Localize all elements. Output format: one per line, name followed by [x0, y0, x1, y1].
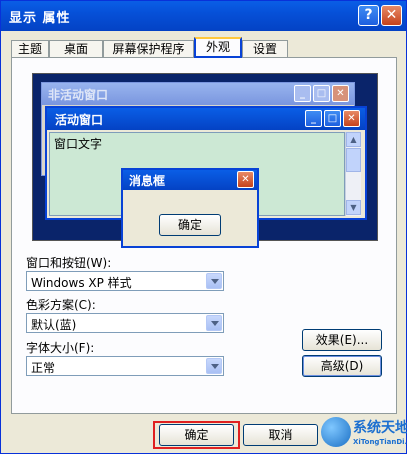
- windows-buttons-value: Windows XP 样式: [31, 276, 132, 290]
- inactive-close-icon: ✕: [332, 85, 349, 102]
- color-scheme-value: 默认(蓝): [31, 318, 77, 332]
- globe-icon: [321, 417, 351, 447]
- color-scheme-select[interactable]: 默认(蓝): [26, 313, 224, 333]
- message-box-title: 消息框: [129, 174, 166, 188]
- tab-screensaver[interactable]: 屏幕保护程序: [103, 40, 194, 57]
- windows-buttons-select[interactable]: Windows XP 样式: [26, 271, 224, 291]
- inactive-maximize-icon: □: [313, 85, 330, 102]
- display-properties-dialog: 显示 属性 ? ✕ 主题 桌面 屏幕保护程序 外观 设置 非活动窗口 _ □ ✕…: [0, 0, 407, 454]
- message-box-title-bar: 消息框 ✕: [123, 170, 257, 190]
- window-text-label: 窗口文字: [54, 137, 103, 151]
- close-button[interactable]: ✕: [381, 5, 402, 26]
- scroll-down-icon: ▼: [346, 200, 361, 215]
- tab-settings[interactable]: 设置: [242, 40, 288, 57]
- message-box-close-icon: ✕: [237, 171, 254, 188]
- appearance-preview: 非活动窗口 _ □ ✕ 活动窗口 _ □ ✕ 窗口文字 ▲ ▼ 消息框 ✕ 确定: [32, 73, 378, 248]
- inactive-window-title: 非活动窗口: [48, 88, 109, 102]
- message-box-ok-button: 确定: [159, 214, 221, 236]
- active-title-bar: 活动窗口 _ □ ✕: [47, 108, 365, 130]
- font-size-label: 字体大小(F):: [26, 341, 95, 355]
- effects-button[interactable]: 效果(E)...: [302, 329, 382, 351]
- scroll-up-icon: ▲: [346, 132, 361, 147]
- watermark: 系统天地 XiTongTianDi.net: [321, 415, 407, 455]
- inactive-title-bar: 非活动窗口 _ □ ✕: [42, 83, 354, 105]
- chevron-down-icon[interactable]: [206, 315, 222, 331]
- chevron-down-icon[interactable]: [206, 273, 222, 289]
- font-size-select[interactable]: 正常: [26, 356, 224, 376]
- watermark-name: 系统天地: [353, 420, 407, 436]
- color-scheme-label: 色彩方案(C):: [26, 298, 96, 312]
- tab-appearance[interactable]: 外观: [194, 37, 242, 58]
- help-button[interactable]: ?: [358, 5, 379, 26]
- active-window-title: 活动窗口: [55, 113, 104, 127]
- scroll-thumb: [346, 148, 361, 172]
- cancel-button[interactable]: 取消: [243, 424, 318, 446]
- watermark-url: XiTongTianDi.net: [353, 438, 407, 446]
- ok-button[interactable]: 确定: [159, 424, 234, 446]
- font-size-value: 正常: [31, 361, 56, 375]
- tab-themes[interactable]: 主题: [11, 40, 49, 57]
- appearance-panel: 非活动窗口 _ □ ✕ 活动窗口 _ □ ✕ 窗口文字 ▲ ▼ 消息框 ✕ 确定…: [11, 57, 397, 414]
- window-title: 显示 属性: [9, 11, 71, 26]
- active-maximize-icon: □: [324, 110, 341, 127]
- title-bar[interactable]: 显示 属性 ? ✕: [1, 1, 406, 31]
- active-minimize-icon: _: [305, 110, 322, 127]
- windows-buttons-label: 窗口和按钮(W):: [26, 256, 112, 270]
- inactive-minimize-icon: _: [294, 85, 311, 102]
- active-close-icon: ✕: [343, 110, 360, 127]
- preview-message-box: 消息框 ✕ 确定: [121, 168, 259, 248]
- preview-scrollbar: ▲ ▼: [345, 132, 361, 216]
- advanced-button[interactable]: 高级(D): [302, 355, 382, 377]
- tab-desktop[interactable]: 桌面: [49, 40, 103, 57]
- chevron-down-icon[interactable]: [206, 358, 222, 374]
